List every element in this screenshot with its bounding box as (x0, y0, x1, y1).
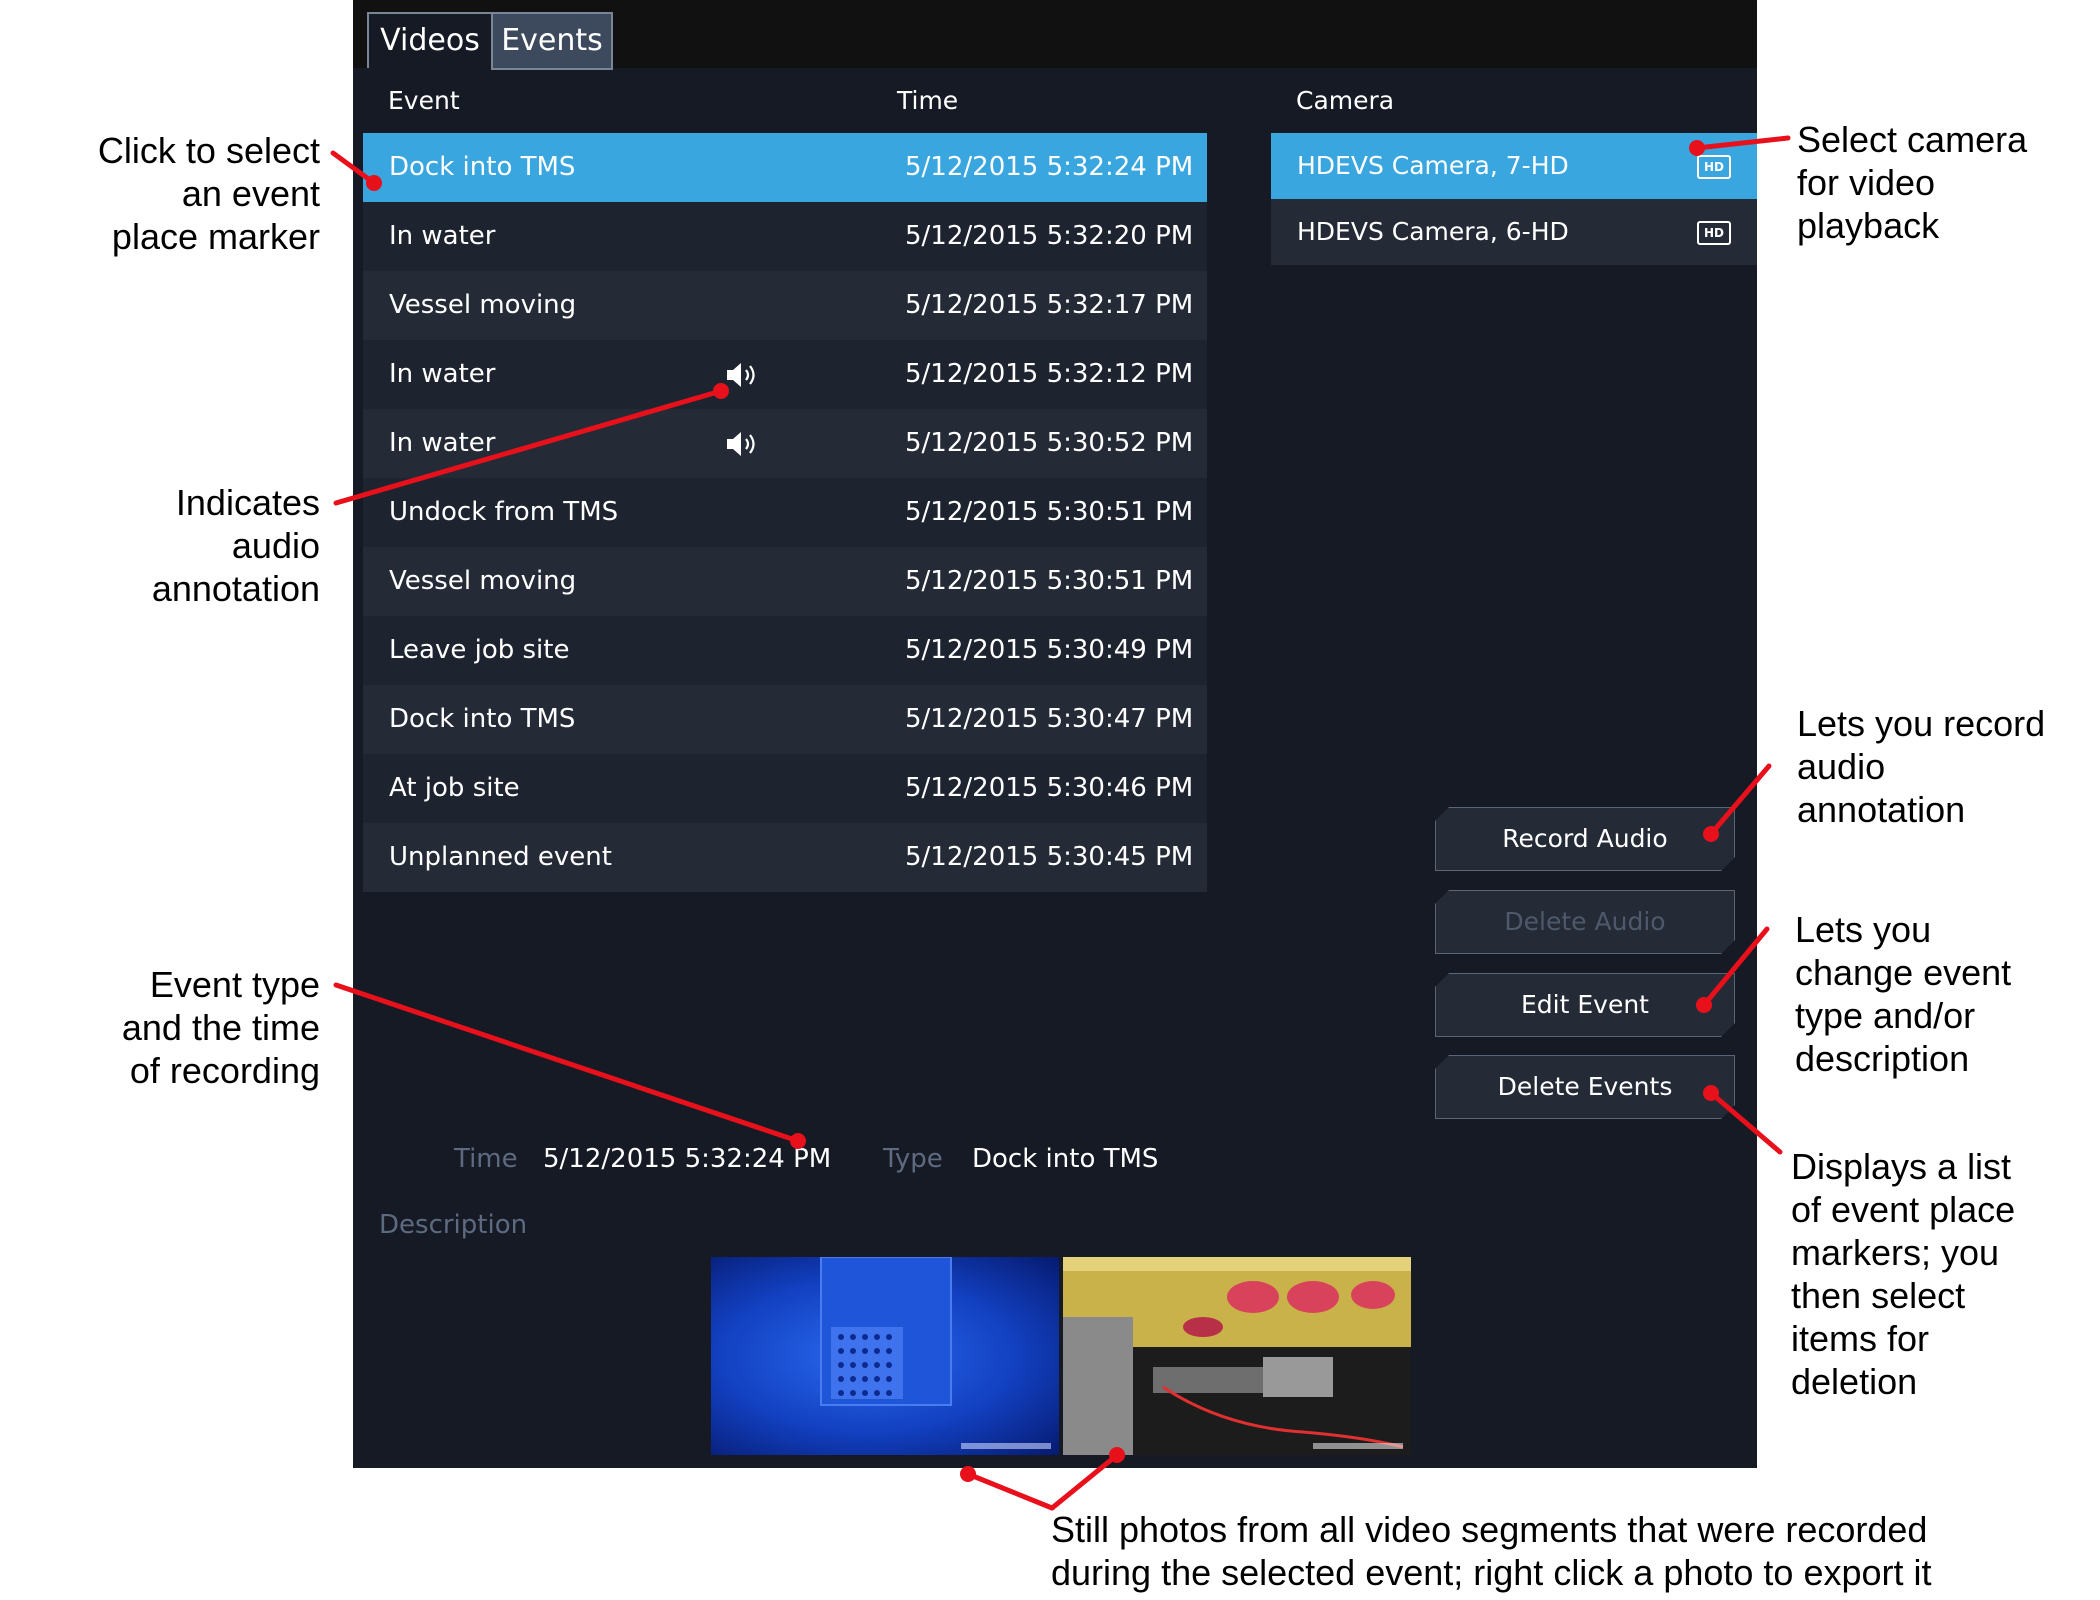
annotation-still-photos: Still photos from all video segments tha… (1051, 1509, 1932, 1593)
annotation-delete-events: Displays a list of event place markers; … (1791, 1146, 2016, 1402)
annotation-record-audio: Lets you record audio annotation (1797, 703, 2046, 830)
annotation-select-event: Click to select an event place marker (97, 130, 320, 257)
annotation-edit-event: Lets you change event type and/or descri… (1795, 909, 2012, 1079)
annotation-event-type-time: Event type and the time of recording (121, 964, 320, 1091)
annotation-select-camera: Select camera for video playback (1797, 119, 2028, 246)
annotation-audio: Indicates audio annotation (151, 482, 320, 609)
